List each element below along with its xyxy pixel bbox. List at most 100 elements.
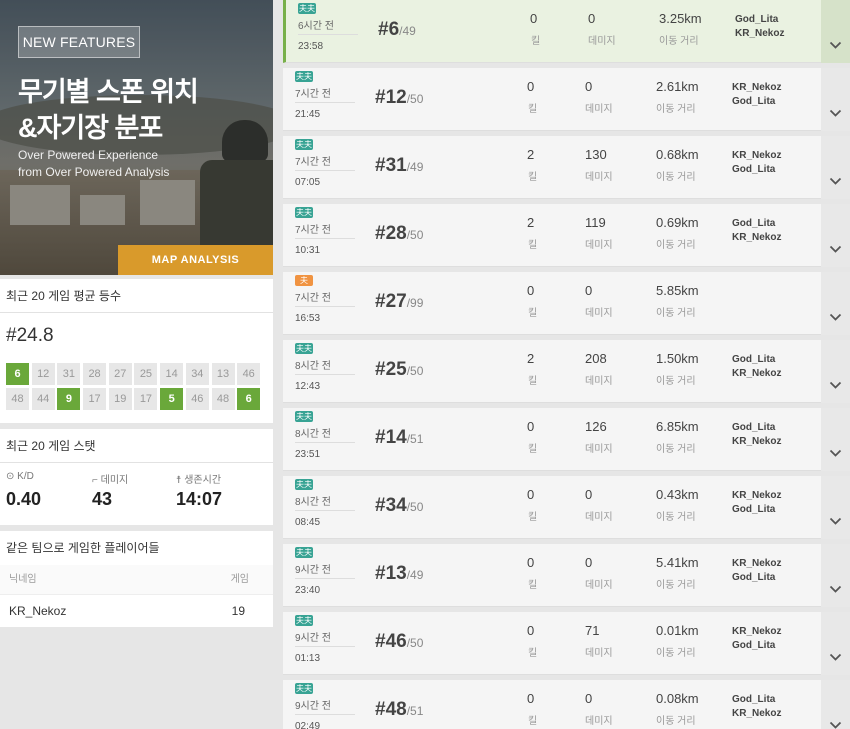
damage-label: 데미지 bbox=[585, 104, 613, 115]
rank-cell[interactable]: 48 bbox=[6, 387, 29, 410]
expand-button[interactable] bbox=[821, 204, 850, 267]
match-row[interactable]: 夫夫 7시간 전 07:05 #31/49 2 킬 130 데미지 0.68km 이동 거리 KR_… bbox=[283, 136, 850, 199]
banner-title-line1: 무기별 스폰 위치 bbox=[18, 77, 199, 107]
teammate-link[interactable]: KR_Nekoz bbox=[732, 150, 781, 161]
rank-value: #6 bbox=[378, 19, 400, 40]
kills-value: 0 bbox=[530, 11, 538, 26]
expand-button[interactable] bbox=[821, 476, 850, 539]
kills-label: 킬 bbox=[528, 240, 538, 251]
teammate-link[interactable]: God_Lita bbox=[735, 14, 778, 25]
teammate-link[interactable]: KR_Nekoz bbox=[732, 368, 781, 379]
rank-cell[interactable]: 6 bbox=[6, 363, 29, 385]
match-row[interactable]: 夫夫 8시간 전 08:45 #34/50 0 킬 0 데미지 0.43km 이동 거리 KR_Ne… bbox=[283, 476, 850, 539]
rank-value: #13 bbox=[375, 563, 407, 584]
chevron-down-icon bbox=[829, 653, 842, 661]
distance-value: 0.01km bbox=[656, 623, 699, 638]
col-nickname: 닉네임 bbox=[9, 574, 37, 585]
team-mode-icon: 夫夫 bbox=[295, 615, 313, 626]
teammate-link[interactable]: KR_Nekoz bbox=[732, 436, 781, 447]
rank-cell[interactable]: 13 bbox=[211, 363, 235, 385]
survival-time: 01:13 bbox=[295, 653, 321, 664]
rank-cell[interactable]: 6 bbox=[237, 387, 261, 410]
teammate-link[interactable]: God_Lita bbox=[732, 694, 775, 705]
team-mode-icon: 夫夫 bbox=[295, 207, 313, 218]
damage-label: 데미지 bbox=[585, 580, 613, 591]
rank-cell[interactable]: 46 bbox=[185, 387, 209, 410]
survival-time: 16:53 bbox=[295, 313, 321, 324]
rank-cell[interactable]: 19 bbox=[108, 387, 132, 410]
teammate-row[interactable]: KR_Nekoz 19 bbox=[0, 595, 273, 627]
rank-cell[interactable]: 9 bbox=[57, 387, 81, 410]
rank-cell[interactable]: 46 bbox=[237, 363, 261, 385]
rank-cell[interactable]: 14 bbox=[160, 363, 184, 385]
rank-cell[interactable]: 48 bbox=[211, 387, 235, 410]
match-row[interactable]: 夫夫 8시간 전 23:51 #14/51 0 킬 126 데미지 6.85km 이동 거리 God… bbox=[283, 408, 850, 471]
kills-label: 킬 bbox=[528, 648, 538, 659]
rank-total: /49 bbox=[406, 568, 424, 582]
rank-cell[interactable]: 12 bbox=[31, 363, 55, 385]
rank-cell[interactable]: 5 bbox=[160, 387, 184, 410]
teammate-link[interactable]: God_Lita bbox=[732, 218, 775, 229]
survival-time: 21:45 bbox=[295, 109, 321, 120]
match-row[interactable]: 夫夫 9시간 전 02:49 #48/51 0 킬 0 데미지 0.08km 이동 거리 God_L… bbox=[283, 680, 850, 729]
teammate-link[interactable]: KR_Nekoz bbox=[732, 626, 781, 637]
rank-total: /51 bbox=[406, 432, 424, 446]
teammate-link[interactable]: God_Lita bbox=[732, 96, 775, 107]
match-row[interactable]: 夫夫 7시간 전 10:31 #28/50 2 킬 119 데미지 0.69km 이동 거리 God… bbox=[283, 204, 850, 267]
teammate-link[interactable]: KR_Nekoz bbox=[732, 232, 781, 243]
time-ago: 9시간 전 bbox=[295, 565, 331, 576]
damage-value: 0 bbox=[588, 11, 596, 26]
expand-button[interactable] bbox=[821, 612, 850, 675]
teammate-link[interactable]: God_Lita bbox=[732, 640, 775, 651]
expand-button[interactable] bbox=[821, 136, 850, 199]
kd-label: K/D bbox=[17, 471, 34, 482]
expand-button[interactable] bbox=[821, 408, 850, 471]
rank-cell[interactable]: 34 bbox=[185, 363, 209, 385]
rank-cell[interactable]: 17 bbox=[83, 387, 107, 410]
teammate-link[interactable]: God_Lita bbox=[732, 164, 775, 175]
match-row[interactable]: 夫 7시간 전 16:53 #27/99 0 킬 0 데미지 5.85km 이동 거리 bbox=[283, 272, 850, 335]
distance-value: 5.41km bbox=[656, 555, 699, 570]
teammate-name[interactable]: KR_Nekoz bbox=[9, 595, 66, 627]
teammate-link[interactable]: KR_Nekoz bbox=[732, 558, 781, 569]
rank-cell[interactable]: 25 bbox=[134, 363, 158, 385]
rank-cell[interactable]: 27 bbox=[108, 363, 132, 385]
match-row[interactable]: 夫夫 6시간 전 23:58 #6/49 0 킬 0 데미지 3.25km 이동 거리 God_Li… bbox=[283, 0, 850, 63]
survival-stat: ☨ 생존시간 14:07 bbox=[176, 471, 262, 525]
damage-value: 71 bbox=[585, 623, 600, 638]
expand-button[interactable] bbox=[821, 340, 850, 403]
time-ago: 8시간 전 bbox=[295, 361, 331, 372]
teammate-link[interactable]: KR_Nekoz bbox=[732, 708, 781, 719]
kd-value: 0.40 bbox=[6, 489, 42, 509]
kills-label: 킬 bbox=[528, 376, 538, 387]
kills-value: 2 bbox=[527, 215, 535, 230]
teammate-link[interactable]: God_Lita bbox=[732, 504, 775, 515]
expand-button[interactable] bbox=[821, 0, 850, 63]
promo-banner[interactable]: NEW FEATURES 무기별 스폰 위치 &자기장 분포 Over Powe… bbox=[0, 0, 273, 275]
expand-button[interactable] bbox=[821, 680, 850, 729]
match-row[interactable]: 夫夫 9시간 전 23:40 #13/49 0 킬 0 데미지 5.41km 이동 거리 KR_Ne… bbox=[283, 544, 850, 607]
teammate-link[interactable]: KR_Nekoz bbox=[735, 28, 784, 39]
damage-label-wrap: ⌐ 데미지 bbox=[92, 471, 176, 487]
banner-title-line2: &자기장 분포 bbox=[18, 113, 163, 143]
map-analysis-button[interactable]: MAP ANALYSIS bbox=[118, 245, 273, 275]
rank-cell[interactable]: 31 bbox=[57, 363, 81, 385]
rank-cell[interactable]: 44 bbox=[31, 387, 55, 410]
expand-button[interactable] bbox=[821, 544, 850, 607]
match-row[interactable]: 夫夫 9시간 전 01:13 #46/50 0 킬 71 데미지 0.01km 이동 거리 KR_N… bbox=[283, 612, 850, 675]
teammate-link[interactable]: KR_Nekoz bbox=[732, 490, 781, 501]
rank-cell[interactable]: 17 bbox=[134, 387, 158, 410]
expand-button[interactable] bbox=[821, 272, 850, 335]
teammate-link[interactable]: God_Lita bbox=[732, 354, 775, 365]
expand-button[interactable] bbox=[821, 68, 850, 131]
survival-label-wrap: ☨ 생존시간 bbox=[176, 471, 262, 487]
rank-cell[interactable]: 28 bbox=[83, 363, 107, 385]
rank-total: /49 bbox=[406, 160, 424, 174]
rank-value: #14 bbox=[375, 427, 407, 448]
distance-label: 이동 거리 bbox=[656, 104, 696, 115]
match-row[interactable]: 夫夫 7시간 전 21:45 #12/50 0 킬 0 데미지 2.61km 이동 거리 KR_Ne… bbox=[283, 68, 850, 131]
teammate-link[interactable]: KR_Nekoz bbox=[732, 82, 781, 93]
teammate-link[interactable]: God_Lita bbox=[732, 422, 775, 433]
teammate-link[interactable]: God_Lita bbox=[732, 572, 775, 583]
match-row[interactable]: 夫夫 8시간 전 12:43 #25/50 2 킬 208 데미지 1.50km 이동 거리 God… bbox=[283, 340, 850, 403]
